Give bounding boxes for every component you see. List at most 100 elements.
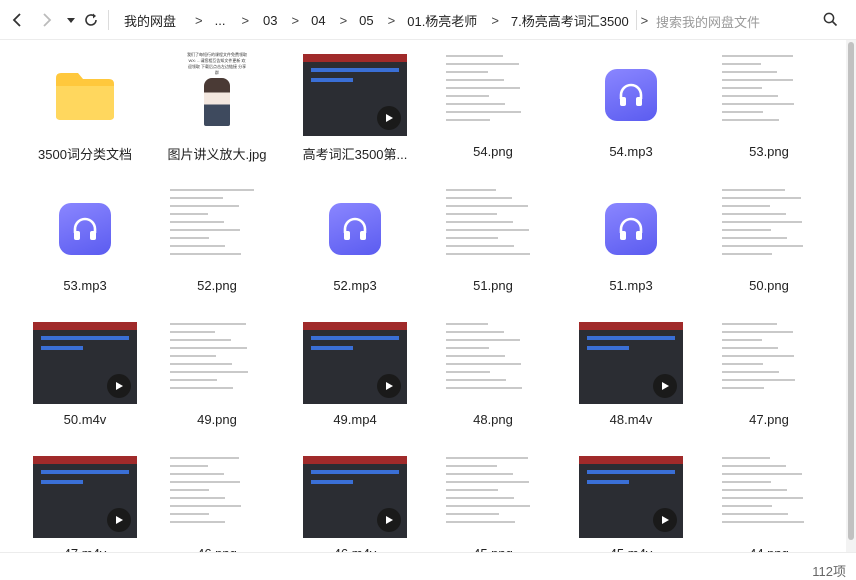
video-thumbnail — [303, 322, 407, 404]
file-name: 高考词汇3500第... — [302, 147, 408, 162]
toolbar-divider — [636, 10, 637, 30]
video-thumbnail — [303, 456, 407, 538]
play-button — [107, 508, 131, 532]
file-item[interactable]: 45.m4v — [562, 442, 700, 552]
breadcrumb-separator: > — [291, 12, 300, 28]
file-item[interactable]: 54.mp3 — [562, 40, 700, 170]
file-item[interactable]: 53.mp3 — [16, 174, 154, 304]
file-item[interactable]: 3500词分类文档 — [16, 40, 154, 170]
breadcrumb-item[interactable]: 7.杨亮高考词汇3500 — [511, 11, 629, 30]
chevron-right-icon — [43, 13, 52, 27]
file-item[interactable]: 52.mp3 — [286, 174, 424, 304]
file-name: 48.m4v — [609, 412, 653, 427]
video-thumbnail — [33, 322, 137, 404]
image-caption: 我们了每短行的课程文件免费领取WX: ...请您相互告知文件更新 欢迎领取 下载… — [187, 52, 247, 75]
file-name: 53.png — [749, 144, 789, 159]
file-item[interactable]: 51.mp3 — [562, 174, 700, 304]
file-name: 53.mp3 — [63, 278, 107, 293]
breadcrumb-separator: > — [339, 12, 348, 28]
file-item[interactable]: 48.png — [424, 308, 562, 438]
file-item[interactable]: 我们了每短行的课程文件免费领取WX: ...请您相互告知文件更新 欢迎领取 下载… — [148, 40, 286, 170]
file-item[interactable]: 51.png — [424, 174, 562, 304]
video-thumbnail — [303, 54, 407, 136]
image-thumbnail — [446, 183, 540, 265]
forward-button[interactable] — [36, 8, 58, 32]
image-thumbnail — [446, 451, 540, 533]
audio-file-icon — [59, 203, 111, 255]
image-thumbnail — [170, 183, 264, 265]
folder-icon — [56, 73, 114, 120]
file-item[interactable]: 53.png — [700, 40, 838, 170]
file-item[interactable]: 47.png — [700, 308, 838, 438]
headphones-icon — [343, 217, 367, 240]
breadcrumb-item[interactable]: 03 — [263, 13, 277, 28]
play-button — [107, 374, 131, 398]
file-name: 52.mp3 — [333, 278, 377, 293]
file-item[interactable]: 49.png — [148, 308, 286, 438]
headphones-icon — [73, 217, 97, 240]
play-button — [653, 508, 677, 532]
image-thumbnail — [722, 317, 816, 399]
file-name: 47.png — [749, 412, 789, 427]
audio-file-icon — [329, 203, 381, 255]
breadcrumb-separator: > — [640, 12, 649, 28]
play-icon — [116, 382, 123, 390]
play-button — [377, 508, 401, 532]
breadcrumb-item[interactable]: 05 — [359, 13, 373, 28]
toolbar: 我的网盘 > ... > 03 > 04 > 05 > 01.杨亮老师 > 7.… — [0, 0, 856, 40]
file-item[interactable]: 44.png — [700, 442, 838, 552]
headphones-icon — [619, 217, 643, 240]
file-name: 51.mp3 — [609, 278, 653, 293]
image-thumbnail — [170, 451, 264, 533]
play-icon — [662, 516, 669, 524]
caret-down-icon — [67, 18, 75, 23]
file-item[interactable]: 54.png — [424, 40, 562, 170]
scrollbar-thumb[interactable] — [848, 42, 854, 540]
breadcrumb-item[interactable]: ... — [215, 13, 226, 28]
file-item[interactable]: 高考词汇3500第... — [286, 40, 424, 170]
file-grid: 3500词分类文档 我们了每短行的课程文件免费领取WX: ...请您相互告知文件更… — [0, 40, 846, 552]
file-item[interactable]: 50.m4v — [16, 308, 154, 438]
headphones-icon — [619, 83, 643, 106]
back-button[interactable] — [6, 8, 28, 32]
breadcrumb: 我的网盘 > ... > 03 > 04 > 05 > 01.杨亮老师 > 7.… — [110, 0, 648, 40]
file-name: 49.png — [197, 412, 237, 427]
breadcrumb-separator: > — [491, 12, 499, 28]
image-thumbnail — [722, 49, 816, 131]
search-icon[interactable] — [823, 12, 838, 27]
breadcrumb-item[interactable]: 01.杨亮老师 — [407, 11, 477, 30]
file-item[interactable]: 50.png — [700, 174, 838, 304]
play-icon — [662, 382, 669, 390]
file-name: 49.mp4 — [333, 412, 377, 427]
toolbar-divider — [108, 10, 109, 30]
breadcrumb-item[interactable]: 我的网盘 — [124, 11, 176, 30]
play-icon — [116, 516, 123, 524]
file-item[interactable]: 48.m4v — [562, 308, 700, 438]
play-button — [653, 374, 677, 398]
image-thumbnail — [446, 317, 540, 399]
image-thumbnail — [722, 183, 816, 265]
breadcrumb-separator: > — [195, 12, 203, 28]
breadcrumb-separator: > — [241, 12, 250, 28]
file-name: 3500词分类文档 — [38, 147, 132, 162]
breadcrumb-item[interactable]: 04 — [311, 13, 325, 28]
refresh-button[interactable] — [80, 8, 102, 32]
breadcrumb-separator: > — [387, 12, 396, 28]
file-item[interactable]: 47.m4v — [16, 442, 154, 552]
file-name: 54.mp3 — [609, 144, 653, 159]
play-icon — [386, 382, 393, 390]
play-button — [377, 106, 401, 130]
audio-file-icon — [605, 203, 657, 255]
history-dropdown[interactable] — [60, 8, 82, 32]
item-count: 112项 — [812, 564, 846, 579]
play-icon — [386, 516, 393, 524]
file-item[interactable]: 46.png — [148, 442, 286, 552]
file-item[interactable]: 49.mp4 — [286, 308, 424, 438]
file-item[interactable]: 46.m4v — [286, 442, 424, 552]
search-input[interactable]: 搜索我的网盘文件 — [656, 12, 760, 31]
file-item[interactable]: 52.png — [148, 174, 286, 304]
file-name: 50.m4v — [63, 412, 107, 427]
chevron-left-icon — [12, 13, 21, 27]
audio-file-icon — [605, 69, 657, 121]
file-item[interactable]: 45.png — [424, 442, 562, 552]
